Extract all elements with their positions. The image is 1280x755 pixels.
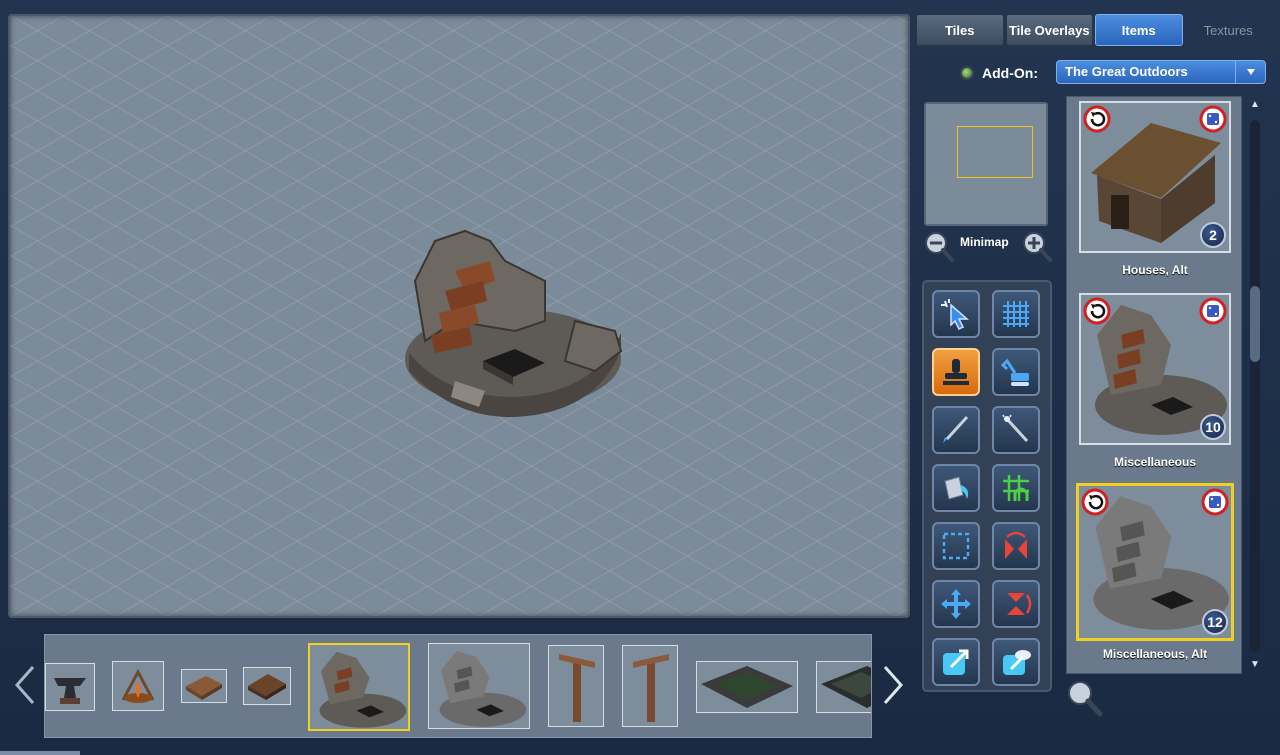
addon-label: Add-On: xyxy=(982,65,1038,81)
zoom-out-icon[interactable] xyxy=(922,230,956,264)
tab-tiles[interactable]: Tiles xyxy=(916,14,1004,46)
select-tool[interactable] xyxy=(932,290,980,338)
export-icon xyxy=(943,649,969,675)
scroll-up-icon[interactable]: ▲ xyxy=(1248,96,1262,114)
strip-next-arrow-icon[interactable] xyxy=(878,660,908,710)
minimap-label: Minimap xyxy=(960,235,1009,249)
stamp-icon xyxy=(943,359,969,385)
minimap-viewport[interactable] xyxy=(957,126,1033,178)
map-canvas[interactable] xyxy=(8,14,910,618)
placed-stone-ruin[interactable] xyxy=(395,221,625,421)
item-list-scrollbar[interactable]: ▲ ▼ xyxy=(1248,96,1262,674)
recent-item-anvil[interactable] xyxy=(45,663,95,711)
chevron-down-icon[interactable] xyxy=(1235,61,1265,83)
randomize-dice-icon[interactable] xyxy=(1199,297,1227,325)
rotate-icon[interactable] xyxy=(1081,488,1109,516)
addon-row: Add-On: The Great Outdoors xyxy=(960,60,1266,86)
randomize-dice-icon[interactable] xyxy=(1201,488,1229,516)
recent-item-log-pile-dark[interactable] xyxy=(243,667,291,705)
recent-item-log-pile[interactable] xyxy=(181,669,227,703)
dark-bridge-thumbnail xyxy=(821,666,871,708)
variant-count-badge: 10 xyxy=(1200,414,1226,440)
zoom-in-icon[interactable] xyxy=(1020,230,1054,264)
addon-selected-value: The Great Outdoors xyxy=(1065,64,1188,79)
recent-item-campfire[interactable] xyxy=(112,661,164,711)
cloud-export-icon xyxy=(1003,650,1031,675)
item-card-miscellaneous[interactable]: 10 xyxy=(1079,293,1231,445)
item-title: Houses, Alt xyxy=(1122,263,1188,277)
scroll-track[interactable] xyxy=(1250,120,1260,652)
marquee-tool[interactable] xyxy=(932,522,980,570)
item-list[interactable]: 2 Houses, Alt 10 Miscellaneous 12 Miscel… xyxy=(1066,96,1242,674)
scroll-down-icon[interactable]: ▼ xyxy=(1248,656,1262,674)
brush-icon xyxy=(943,415,969,443)
stamp-tool[interactable] xyxy=(932,348,980,396)
export-tool[interactable] xyxy=(932,638,980,686)
export-cloud-tool[interactable] xyxy=(992,638,1040,686)
minimap[interactable] xyxy=(924,102,1048,226)
flip-horizontal-tool[interactable] xyxy=(992,522,1040,570)
item-card-miscellaneous-alt[interactable]: 12 xyxy=(1076,483,1234,641)
rotate-icon[interactable] xyxy=(1083,105,1111,133)
recent-item-ruin[interactable] xyxy=(308,643,410,731)
brush-tool[interactable] xyxy=(932,406,980,454)
marquee-icon xyxy=(942,532,970,560)
variant-count-badge: 2 xyxy=(1200,222,1226,248)
green-grid-arch-icon xyxy=(1003,475,1029,501)
recent-item-bridge-dark[interactable] xyxy=(816,661,871,713)
tab-textures[interactable]: Textures xyxy=(1185,14,1273,46)
tool-palette xyxy=(922,280,1052,692)
minimap-controls: Minimap xyxy=(922,230,1056,264)
ruin-thumbnail xyxy=(319,651,407,728)
move-tool[interactable] xyxy=(932,580,980,628)
move-arrows-icon xyxy=(941,589,971,619)
grid-toggle-tool[interactable] xyxy=(992,290,1040,338)
flip-vertical-tool[interactable] xyxy=(992,580,1040,628)
excavate-tool[interactable] xyxy=(992,348,1040,396)
magic-wand-icon xyxy=(1002,414,1029,443)
recent-item-bridge[interactable] xyxy=(696,661,798,713)
strip-prev-arrow-icon[interactable] xyxy=(10,660,40,710)
log-pile-thumbnail xyxy=(186,676,222,700)
signpost-thumbnail xyxy=(559,654,595,722)
progress-strip xyxy=(0,751,80,755)
gray-ruin-thumbnail xyxy=(439,650,527,727)
anvil-thumbnail xyxy=(54,678,86,704)
grid-icon xyxy=(1003,301,1029,327)
recent-item-signpost-2[interactable] xyxy=(622,645,678,727)
tab-items[interactable]: Items xyxy=(1095,14,1183,46)
scroll-thumb[interactable] xyxy=(1250,286,1260,362)
bridge-thumbnail xyxy=(701,666,793,708)
flip-vertical-icon xyxy=(1007,593,1032,615)
level-editor: Tiles Tile Overlays Items Textures Add-O… xyxy=(0,0,1280,755)
palette-tabs: Tiles Tile Overlays Items Textures xyxy=(916,14,1272,46)
flip-horizontal-icon xyxy=(1005,531,1027,559)
tab-tile-overlays[interactable]: Tile Overlays xyxy=(1005,14,1093,46)
item-title: Miscellaneous, Alt xyxy=(1102,647,1208,661)
magic-wand-tool[interactable] xyxy=(992,406,1040,454)
recent-item-signpost[interactable] xyxy=(548,645,604,727)
paint-bucket-icon xyxy=(944,476,969,500)
cursor-sparkle-icon xyxy=(941,299,969,331)
fill-tool[interactable] xyxy=(932,464,980,512)
search-icon[interactable] xyxy=(1064,678,1104,718)
dark-log-pile-thumbnail xyxy=(248,674,286,700)
campfire-thumbnail xyxy=(121,668,155,703)
walkable-grid-tool[interactable] xyxy=(992,464,1040,512)
recent-item-ruin-gray[interactable] xyxy=(428,643,530,729)
excavator-icon xyxy=(1000,358,1029,386)
addon-status-light-icon xyxy=(960,66,974,80)
randomize-dice-icon[interactable] xyxy=(1199,105,1227,133)
recent-items-strip[interactable] xyxy=(44,634,872,738)
signpost-thumbnail xyxy=(633,654,669,722)
item-card-houses-alt[interactable]: 2 xyxy=(1079,101,1231,253)
item-title: Miscellaneous xyxy=(1113,455,1197,469)
addon-dropdown[interactable]: The Great Outdoors xyxy=(1056,60,1266,84)
rotate-icon[interactable] xyxy=(1083,297,1111,325)
variant-count-badge: 12 xyxy=(1202,609,1228,635)
